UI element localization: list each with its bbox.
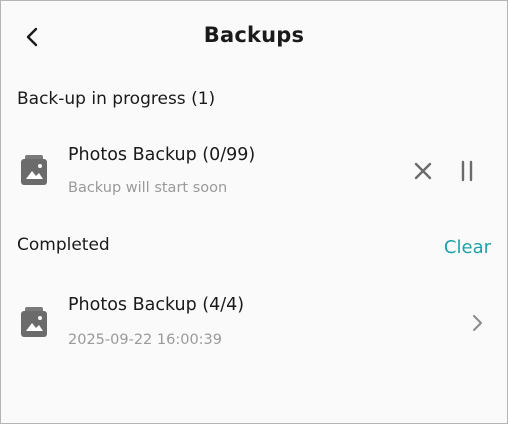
app-header: Backups xyxy=(1,1,507,75)
completed-section-title: Completed xyxy=(17,235,110,255)
cancel-backup-button[interactable] xyxy=(411,159,435,183)
open-backup-button[interactable] xyxy=(465,311,489,335)
in-progress-section-title: Back-up in progress (1) xyxy=(17,89,216,109)
backup-title: Photos Backup (0/99) xyxy=(68,145,256,165)
clear-button[interactable]: Clear xyxy=(444,237,491,258)
page-title: Backups xyxy=(203,23,305,47)
chevron-right-icon xyxy=(473,315,482,331)
pause-backup-button[interactable] xyxy=(455,159,479,183)
completed-backup-item[interactable]: Photos Backup (4/4) 2025-09-22 16:00:39 xyxy=(1,283,507,363)
pause-icon xyxy=(461,160,473,182)
backup-title: Photos Backup (4/4) xyxy=(68,295,245,315)
in-progress-backup-item: Photos Backup (0/99) Backup will start s… xyxy=(1,135,507,207)
backup-status: Backup will start soon xyxy=(68,180,228,196)
close-icon xyxy=(414,162,432,180)
image-stack-icon xyxy=(21,155,47,185)
backup-timestamp: 2025-09-22 16:00:39 xyxy=(68,332,222,348)
backups-screen: Backups Back-up in progress (1) Photos B… xyxy=(0,0,508,424)
image-stack-icon xyxy=(21,307,47,337)
